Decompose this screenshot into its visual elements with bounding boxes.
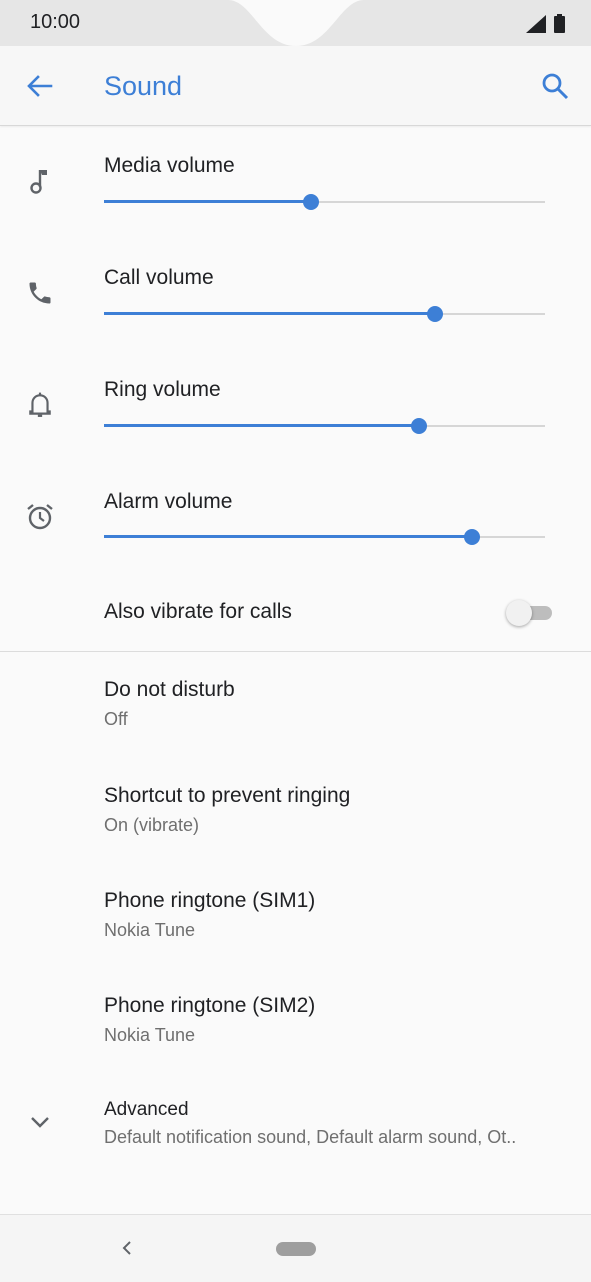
nav-back-button[interactable]	[112, 1233, 142, 1263]
ring-volume-slider[interactable]	[104, 416, 545, 436]
pref-subtitle: On (vibrate)	[104, 815, 200, 835]
media-volume-label: Media volume	[104, 154, 235, 177]
advanced-title: Advanced	[104, 1099, 189, 1120]
music-note-icon	[22, 163, 58, 199]
toggle-knob	[506, 600, 532, 626]
nav-home-pill[interactable]	[276, 1242, 316, 1256]
vibrate-for-calls-label[interactable]: Also vibrate for calls	[104, 600, 292, 624]
pref-title: Shortcut to prevent ringing	[104, 784, 351, 807]
page-title: Sound	[104, 71, 183, 101]
ring-volume-label: Ring volume	[104, 378, 221, 401]
search-button[interactable]	[537, 68, 573, 104]
search-icon	[542, 73, 569, 100]
advanced-subtitle: Default notification sound, Default alar…	[104, 1127, 517, 1147]
system-nav-bar	[0, 1214, 591, 1282]
call-volume-slider[interactable]	[104, 304, 545, 324]
pref-subtitle: Nokia Tune	[104, 1025, 196, 1045]
status-time: 10:00	[30, 11, 81, 33]
slider-thumb[interactable]	[303, 194, 319, 210]
arrow-left-icon	[27, 75, 53, 97]
pref-title: Phone ringtone (SIM2)	[104, 994, 316, 1017]
alarm-volume-slider[interactable]	[104, 527, 545, 547]
status-bar: 10:00	[0, 0, 591, 46]
bell-icon	[22, 387, 58, 423]
section-divider	[0, 651, 591, 652]
pref-subtitle: Off	[104, 709, 128, 729]
call-volume-label: Call volume	[104, 266, 214, 289]
pref-title: Phone ringtone (SIM1)	[104, 889, 316, 912]
slider-thumb[interactable]	[427, 306, 443, 322]
phone-icon	[22, 275, 58, 311]
slider-fill	[104, 424, 419, 427]
vibrate-for-calls-toggle[interactable]	[506, 599, 554, 627]
app-bar: Sound	[0, 46, 591, 126]
battery-icon	[554, 14, 565, 33]
status-icons	[526, 13, 565, 33]
pref-subtitle: Nokia Tune	[104, 920, 196, 940]
signal-icon	[526, 15, 546, 33]
alarm-clock-icon	[22, 499, 58, 535]
media-volume-slider[interactable]	[104, 192, 545, 212]
slider-thumb[interactable]	[411, 418, 427, 434]
nav-back-icon	[122, 1241, 131, 1255]
display-notch	[228, 0, 364, 46]
slider-fill	[104, 535, 472, 538]
slider-fill	[104, 312, 435, 315]
slider-fill	[104, 200, 311, 203]
back-button[interactable]	[22, 70, 58, 102]
alarm-volume-label: Alarm volume	[104, 490, 233, 513]
chevron-down-icon	[22, 1104, 58, 1140]
pref-title: Do not disturb	[104, 678, 235, 701]
slider-thumb[interactable]	[464, 529, 480, 545]
